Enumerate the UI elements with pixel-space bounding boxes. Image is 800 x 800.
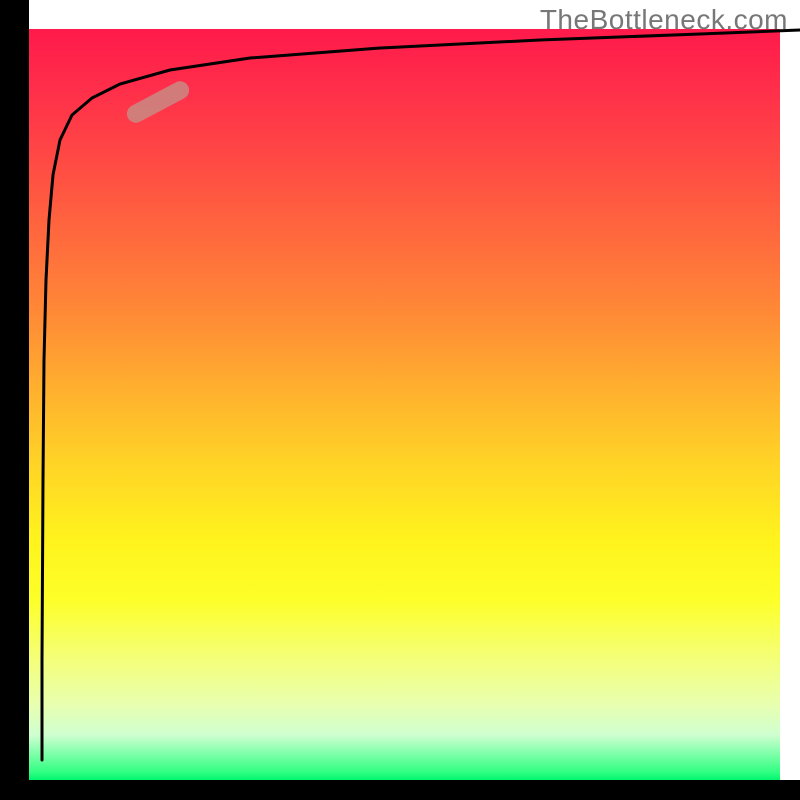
- chart-canvas: TheBottleneck.com: [0, 0, 800, 800]
- y-axis: [0, 0, 29, 800]
- watermark-text: TheBottleneck.com: [540, 4, 788, 36]
- plot-background-gradient: [29, 29, 780, 780]
- x-axis: [0, 780, 800, 800]
